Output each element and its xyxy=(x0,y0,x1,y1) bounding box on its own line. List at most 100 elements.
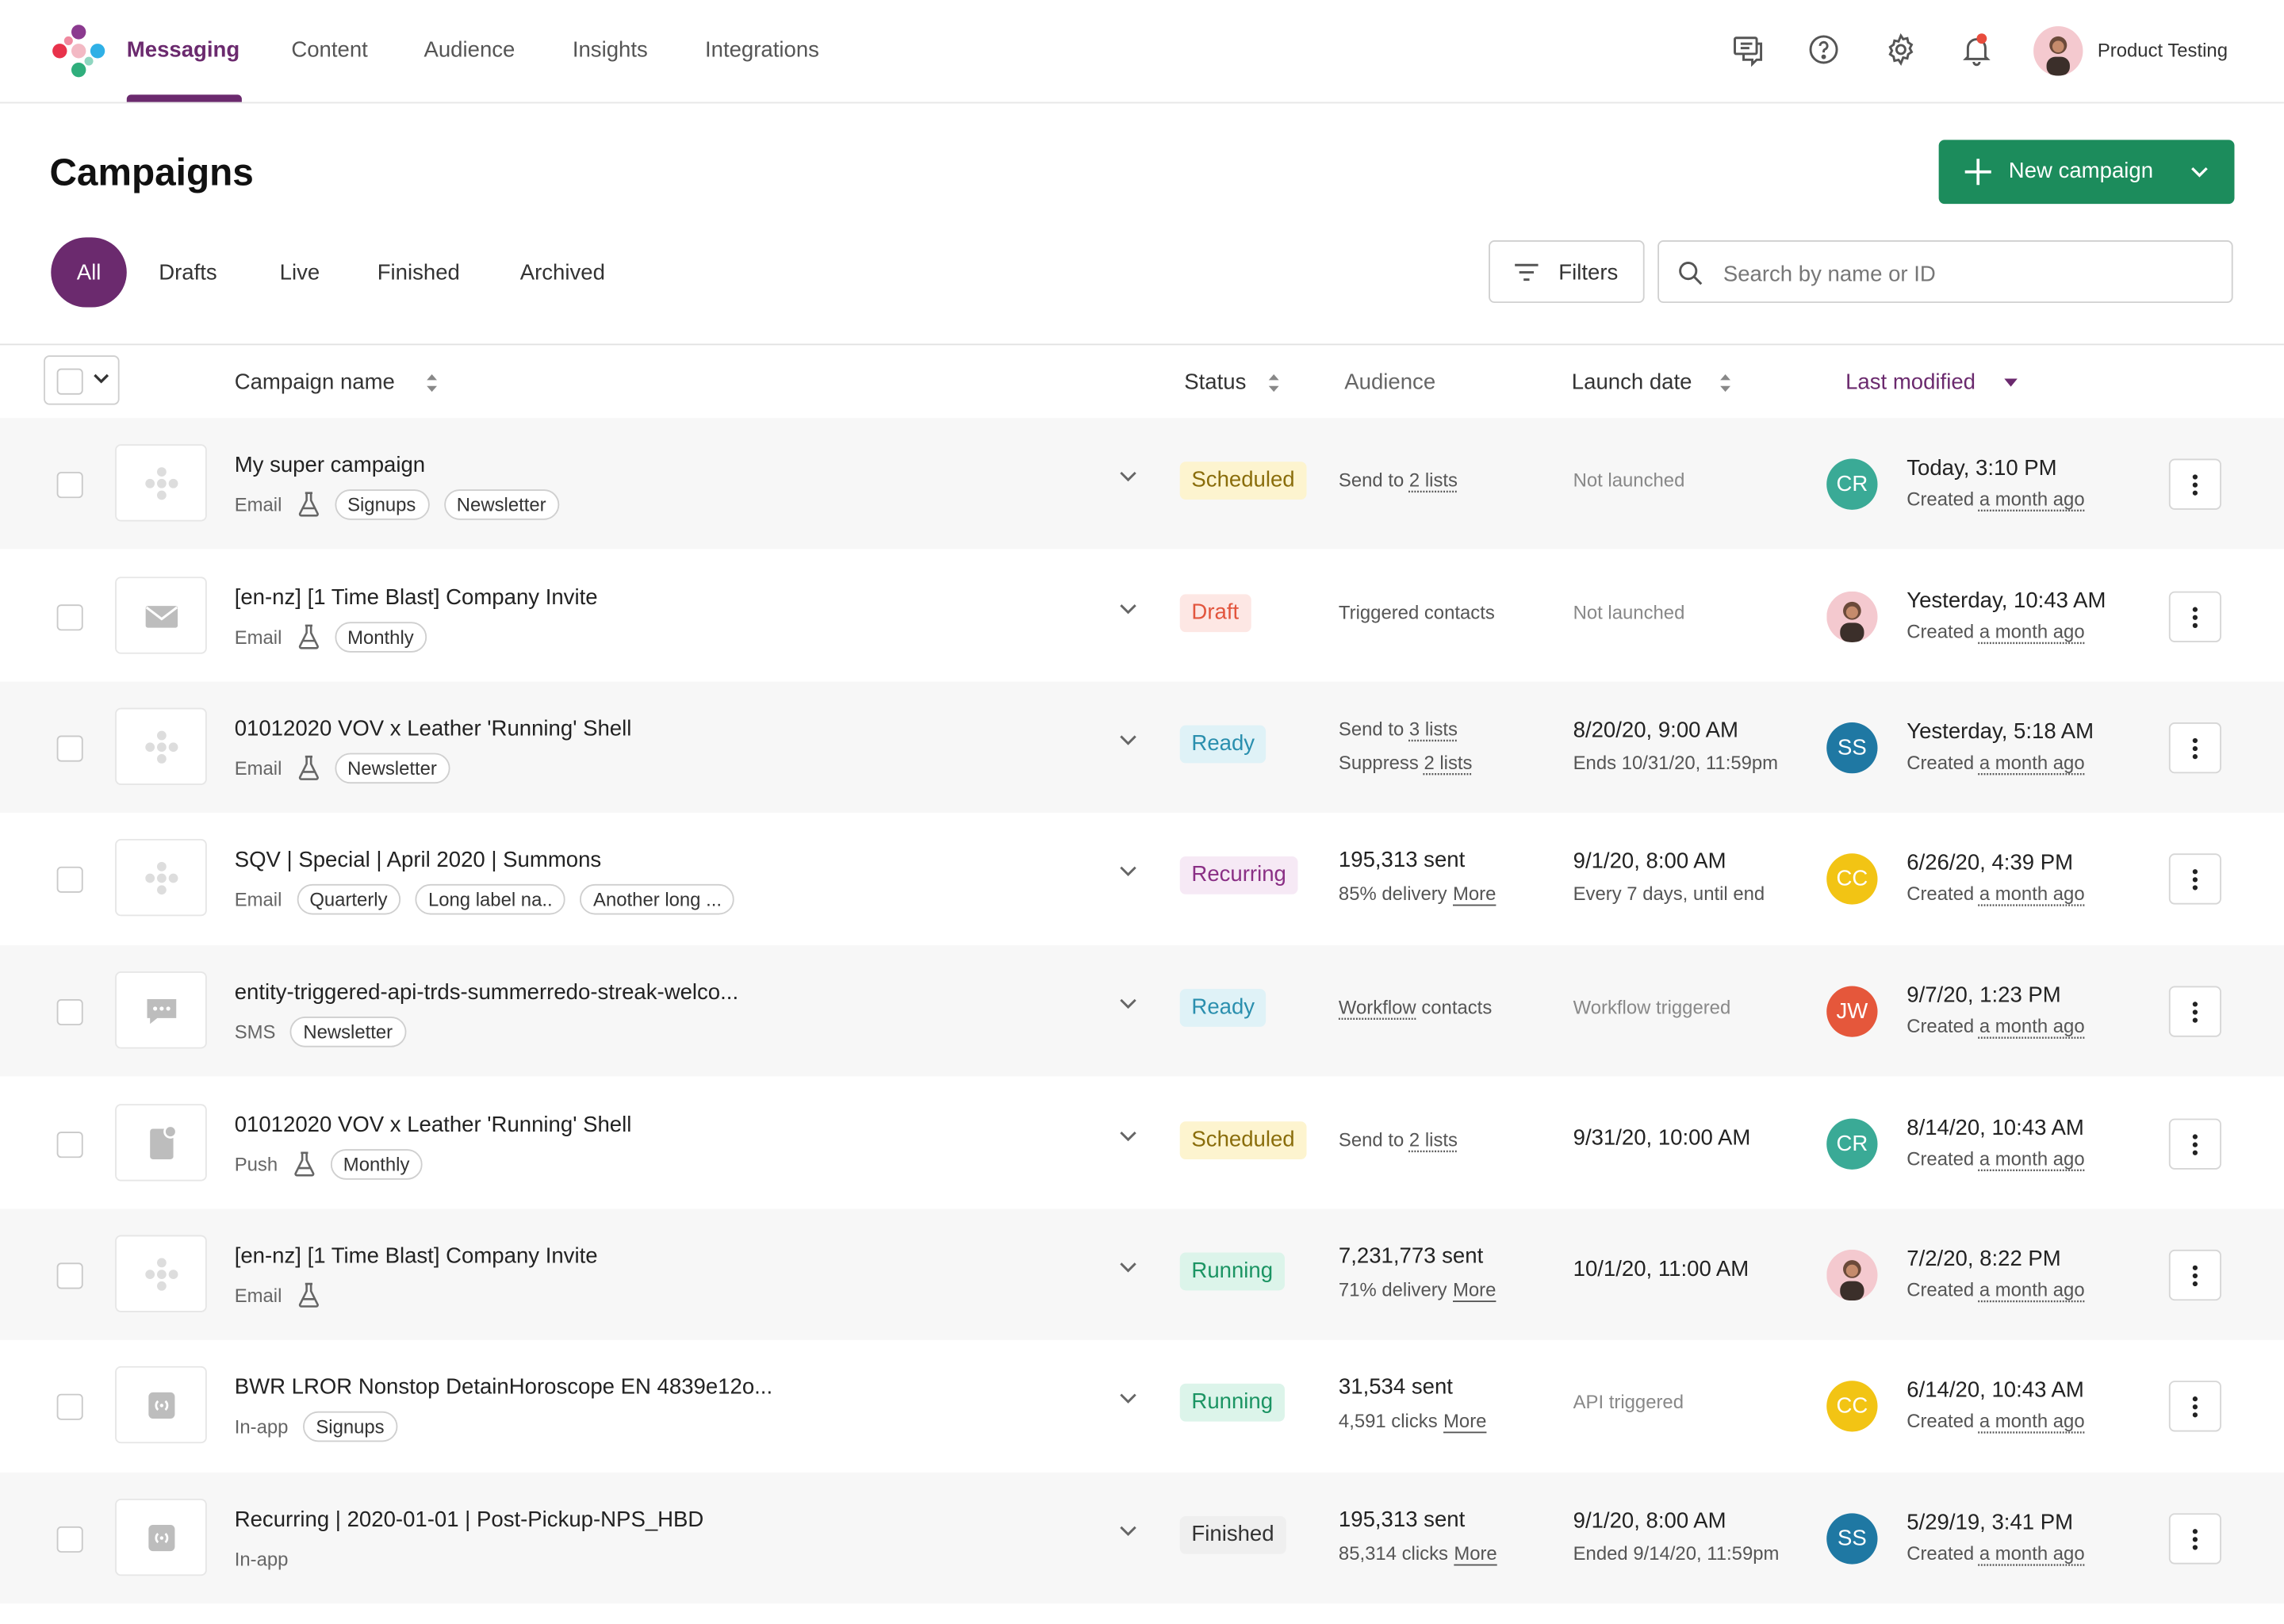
column-last-modified[interactable]: Last modified xyxy=(1845,370,1976,395)
campaign-name[interactable]: SQV | Special | April 2020 | Summons xyxy=(235,848,602,872)
table-row[interactable]: My super campaign Email Signups Newslette… xyxy=(0,418,2284,550)
column-status[interactable]: Status xyxy=(1184,370,1246,395)
owner-avatar[interactable]: CC xyxy=(1826,853,1878,905)
row-actions-button[interactable] xyxy=(2168,853,2221,905)
owner-avatar[interactable] xyxy=(1826,1249,1878,1301)
created-time[interactable]: a month ago xyxy=(1979,1147,2085,1170)
campaign-name[interactable]: entity-triggered-api-trds-summerredo-str… xyxy=(235,980,738,1005)
campaign-thumbnail[interactable] xyxy=(115,707,207,785)
user-name[interactable]: Product Testing xyxy=(2098,40,2228,62)
audience-lists-link[interactable]: 2 lists xyxy=(1409,469,1458,491)
created-time[interactable]: a month ago xyxy=(1979,1542,2085,1565)
search-box[interactable] xyxy=(1657,240,2233,304)
tab-finished[interactable]: Finished xyxy=(377,261,460,285)
row-actions-button[interactable] xyxy=(2168,591,2221,642)
campaign-name[interactable]: 01012020 VOV x Leather 'Running' Shell xyxy=(235,717,632,741)
owner-avatar[interactable]: CR xyxy=(1826,458,1878,510)
row-checkbox[interactable] xyxy=(56,472,83,499)
row-checkbox[interactable] xyxy=(56,866,83,893)
nav-messaging[interactable]: Messaging xyxy=(127,38,240,63)
table-row[interactable]: [en-nz] [1 Time Blast] Company Invite Em… xyxy=(0,550,2284,681)
created-time[interactable]: a month ago xyxy=(1979,488,2085,510)
owner-avatar[interactable]: CR xyxy=(1826,1118,1878,1170)
campaign-thumbnail[interactable] xyxy=(115,444,207,522)
table-row[interactable]: Recurring | 2020-01-01 | Post-Pickup-NPS… xyxy=(0,1472,2284,1604)
expand-chevron-icon[interactable] xyxy=(1119,1262,1138,1275)
expand-chevron-icon[interactable] xyxy=(1119,1525,1138,1538)
campaign-tag[interactable]: Signups xyxy=(334,488,429,519)
campaign-thumbnail[interactable] xyxy=(115,971,207,1049)
sort-icon[interactable] xyxy=(1719,373,1732,393)
audience-lists-link[interactable]: 3 lists xyxy=(1409,718,1458,740)
sort-descending-icon[interactable] xyxy=(2004,378,2018,388)
owner-avatar[interactable]: CC xyxy=(1826,1381,1878,1432)
campaign-tag[interactable]: Newsletter xyxy=(289,1016,406,1047)
campaign-thumbnail[interactable] xyxy=(115,1104,207,1182)
owner-avatar[interactable]: SS xyxy=(1826,1513,1878,1565)
search-input[interactable] xyxy=(1720,256,2207,292)
campaign-thumbnail[interactable] xyxy=(115,1365,207,1444)
row-actions-button[interactable] xyxy=(2168,458,2221,510)
row-checkbox[interactable] xyxy=(56,1262,83,1289)
created-time[interactable]: a month ago xyxy=(1979,620,2085,642)
suppress-lists-link[interactable]: 2 lists xyxy=(1424,752,1472,774)
campaign-name[interactable]: [en-nz] [1 Time Blast] Company Invite xyxy=(235,585,598,610)
select-all-dropdown[interactable] xyxy=(44,355,120,405)
help-icon[interactable] xyxy=(1807,32,1841,67)
owner-avatar[interactable]: JW xyxy=(1826,986,1878,1037)
row-checkbox[interactable] xyxy=(56,998,83,1026)
more-stats-link[interactable]: More xyxy=(1454,1542,1496,1565)
table-row[interactable]: SQV | Special | April 2020 | Summons Ema… xyxy=(0,813,2284,944)
created-time[interactable]: a month ago xyxy=(1979,883,2085,905)
filters-button[interactable]: Filters xyxy=(1489,240,1645,304)
campaign-name[interactable]: [en-nz] [1 Time Blast] Company Invite xyxy=(235,1244,598,1269)
nav-content[interactable]: Content xyxy=(291,38,368,63)
column-campaign-name[interactable]: Campaign name xyxy=(235,370,395,395)
row-checkbox[interactable] xyxy=(56,604,83,631)
campaign-thumbnail[interactable] xyxy=(115,1498,207,1576)
campaign-tag[interactable]: Monthly xyxy=(330,1148,423,1179)
column-launch-date[interactable]: Launch date xyxy=(1572,370,1692,395)
more-stats-link[interactable]: More xyxy=(1443,1410,1486,1432)
nav-insights[interactable]: Insights xyxy=(573,38,648,63)
created-time[interactable]: a month ago xyxy=(1979,1410,2085,1432)
row-actions-button[interactable] xyxy=(2168,1249,2221,1301)
row-actions-button[interactable] xyxy=(2168,722,2221,774)
sort-icon[interactable] xyxy=(425,373,439,393)
select-all-checkbox[interactable] xyxy=(56,368,83,395)
campaign-thumbnail[interactable] xyxy=(115,576,207,654)
campaign-name[interactable]: My super campaign xyxy=(235,453,425,477)
owner-avatar[interactable]: SS xyxy=(1826,722,1878,774)
tab-drafts[interactable]: Drafts xyxy=(159,261,217,285)
more-stats-link[interactable]: More xyxy=(1453,883,1496,905)
more-stats-link[interactable]: More xyxy=(1453,1279,1496,1301)
created-time[interactable]: a month ago xyxy=(1979,752,2085,774)
row-actions-button[interactable] xyxy=(2168,1118,2221,1170)
tab-live[interactable]: Live xyxy=(280,261,320,285)
user-avatar[interactable] xyxy=(2033,26,2083,76)
expand-chevron-icon[interactable] xyxy=(1119,998,1138,1011)
created-time[interactable]: a month ago xyxy=(1979,1279,2085,1301)
campaign-name[interactable]: 01012020 VOV x Leather 'Running' Shell xyxy=(235,1113,632,1137)
row-actions-button[interactable] xyxy=(2168,1513,2221,1565)
nav-audience[interactable]: Audience xyxy=(423,38,515,63)
expand-chevron-icon[interactable] xyxy=(1119,603,1138,616)
row-checkbox[interactable] xyxy=(56,1132,83,1159)
row-checkbox[interactable] xyxy=(56,1393,83,1420)
created-time[interactable]: a month ago xyxy=(1979,1015,2085,1037)
audience-lists-link[interactable]: 2 lists xyxy=(1409,1128,1458,1151)
gear-icon[interactable] xyxy=(1884,32,1918,67)
campaign-tag[interactable]: Monthly xyxy=(334,621,427,652)
sort-icon[interactable] xyxy=(1267,373,1281,393)
campaign-tag[interactable]: Newsletter xyxy=(443,488,560,519)
table-row[interactable]: BWR LROR Nonstop DetainHoroscope EN 4839… xyxy=(0,1340,2284,1471)
row-actions-button[interactable] xyxy=(2168,986,2221,1037)
tab-all[interactable]: All xyxy=(51,237,127,308)
campaign-tag[interactable]: Newsletter xyxy=(334,752,450,783)
new-campaign-button[interactable]: New campaign xyxy=(1938,140,2235,205)
expand-chevron-icon[interactable] xyxy=(1119,1392,1138,1406)
table-row[interactable]: 01012020 VOV x Leather 'Running' Shell P… xyxy=(0,1078,2284,1208)
campaign-thumbnail[interactable] xyxy=(115,1235,207,1312)
expand-chevron-icon[interactable] xyxy=(1119,865,1138,879)
table-row[interactable]: entity-triggered-api-trds-summerredo-str… xyxy=(0,945,2284,1077)
